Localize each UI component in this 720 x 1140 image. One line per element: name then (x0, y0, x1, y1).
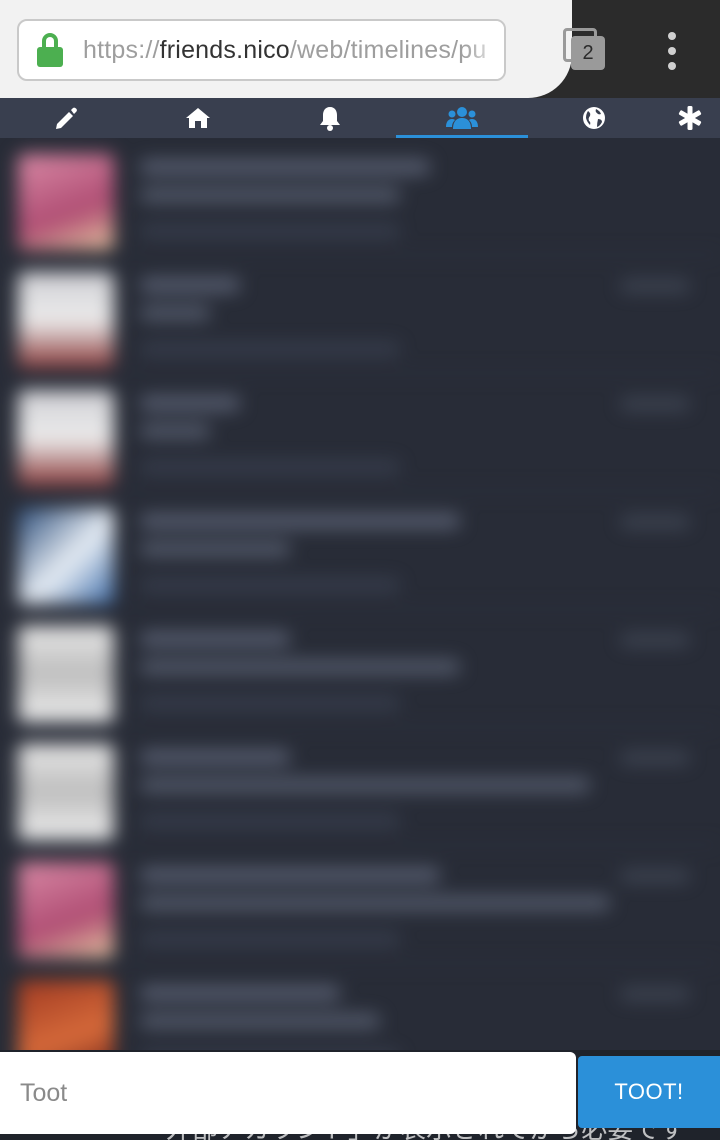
url-fade (464, 21, 504, 79)
toot-input[interactable] (0, 1052, 576, 1134)
status-item[interactable] (0, 492, 720, 610)
url-path: /web/timelines/pu (289, 35, 487, 64)
avatar[interactable] (18, 154, 114, 250)
overflow-menu-icon[interactable] (660, 30, 684, 72)
pencil-icon (56, 107, 77, 129)
avatar[interactable] (18, 508, 114, 604)
status-item[interactable] (0, 728, 720, 846)
avatar[interactable] (18, 272, 114, 368)
address-bar[interactable]: https://friends.nico/web/timelines/pu (17, 19, 506, 81)
browser-toolbar: https://friends.nico/web/timelines/pu 2 (0, 0, 720, 98)
url-text[interactable]: https://friends.nico/web/timelines/pu (83, 36, 486, 65)
tab-home[interactable] (132, 98, 264, 138)
avatar[interactable] (18, 390, 114, 486)
status-item[interactable] (0, 138, 720, 256)
avatar[interactable] (18, 980, 114, 1050)
tab-local-timeline[interactable] (396, 98, 528, 138)
avatar[interactable] (18, 626, 114, 722)
tab-notifications[interactable] (264, 98, 396, 138)
tab-switcher-icon[interactable]: 2 (563, 28, 607, 72)
url-host: friends.nico (159, 35, 290, 64)
status-item[interactable] (0, 610, 720, 728)
status-item[interactable] (0, 846, 720, 964)
bell-icon (320, 107, 340, 131)
home-icon (186, 108, 210, 128)
asterisk-icon (678, 106, 702, 130)
tab-count: 2 (571, 36, 605, 70)
local-timeline-column[interactable] (0, 138, 720, 1050)
status-item[interactable] (0, 374, 720, 492)
toot-button[interactable]: TOOT! (578, 1056, 720, 1128)
tab-compose[interactable] (0, 98, 132, 138)
status-feed (0, 138, 720, 1050)
globe-icon (583, 107, 605, 129)
status-item[interactable] (0, 964, 720, 1050)
status-item[interactable] (0, 256, 720, 374)
avatar[interactable] (18, 744, 114, 840)
lock-icon[interactable] (37, 33, 63, 67)
users-icon (446, 107, 478, 129)
column-tab-bar (0, 98, 720, 138)
avatar[interactable] (18, 862, 114, 958)
tab-getting-started[interactable] (624, 98, 720, 138)
url-scheme: https:// (83, 35, 160, 64)
